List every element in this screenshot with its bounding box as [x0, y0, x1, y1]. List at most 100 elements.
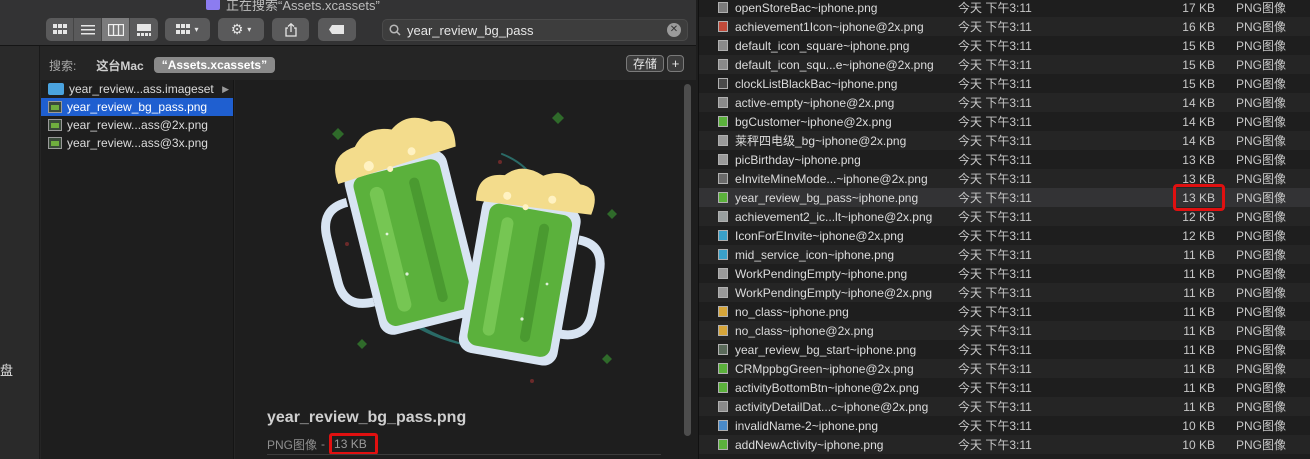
table-row[interactable]: default_icon_square~iphone.png 今天 下午3:11 1…	[699, 36, 1310, 55]
file-kind: PNG图像	[1236, 305, 1287, 319]
file-size: 11 KB	[1183, 304, 1215, 319]
table-row[interactable]: clockListBlackBac~iphone.png 今天 下午3:11 15 …	[699, 74, 1310, 93]
list-item[interactable]: year_review...ass@2x.png	[41, 116, 233, 134]
image-file-icon	[718, 439, 728, 450]
date-modified: 今天 下午3:11	[958, 153, 1032, 167]
list-item-selected[interactable]: year_review_bg_pass.png	[41, 98, 233, 116]
list-view-button[interactable]	[74, 18, 102, 41]
image-file-icon	[718, 135, 728, 146]
sidebar-item-partial[interactable]: 盘	[0, 360, 13, 379]
file-name: eInviteMineMode...~iphone@2x.png	[735, 171, 928, 186]
preview-kind: PNG图像	[267, 437, 318, 452]
group-menu-button[interactable]: ▾	[165, 18, 210, 41]
table-row[interactable]: IconForEInvite~iphone@2x.png 今天 下午3:11 12 …	[699, 226, 1310, 245]
scope-this-mac[interactable]: 这台Mac	[96, 57, 143, 74]
columns-icon	[107, 23, 124, 36]
table-row[interactable]: achievement1Icon~iphone@2x.png 今天 下午3:11 1…	[699, 17, 1310, 36]
file-size: 10 KB	[1182, 418, 1215, 433]
table-row[interactable]: default_icon_squ...e~iphone@2x.png 今天 下午3…	[699, 55, 1310, 74]
gallery-icon	[137, 23, 151, 36]
file-kind: PNG图像	[1236, 438, 1287, 452]
date-modified: 今天 下午3:11	[958, 438, 1032, 452]
file-name: default_icon_square~iphone.png	[735, 38, 910, 53]
date-modified: 今天 下午3:11	[958, 362, 1032, 376]
date-modified: 今天 下午3:11	[958, 77, 1032, 91]
table-row[interactable]: openStoreBac~iphone.png 今天 下午3:11 17 KB PNG…	[699, 0, 1310, 17]
date-modified: 今天 下午3:11	[958, 191, 1032, 205]
share-button[interactable]	[272, 18, 309, 41]
date-modified: 今天 下午3:11	[958, 134, 1032, 148]
table-row[interactable]: WorkPendingEmpty~iphone@2x.png 今天 下午3:11 1…	[699, 283, 1310, 302]
scrollbar[interactable]	[684, 84, 691, 436]
table-row[interactable]: bgCustomer~iphone@2x.png 今天 下午3:11 14 KB PN…	[699, 112, 1310, 131]
table-row[interactable]: WorkPendingEmpty~iphone.png 今天 下午3:11 11 K…	[699, 264, 1310, 283]
file-size: 14 KB	[1182, 133, 1215, 148]
icon-view-button[interactable]	[46, 18, 74, 41]
list-item-label: year_review...ass@2x.png	[67, 118, 208, 132]
file-name: picBirthday~iphone.png	[735, 152, 861, 167]
table-row[interactable]: activityBottomBtn~iphone@2x.png 今天 下午3:11…	[699, 378, 1310, 397]
file-size: 15 KB	[1182, 38, 1215, 53]
date-modified: 今天 下午3:11	[958, 210, 1032, 224]
image-file-icon	[718, 173, 728, 184]
image-file-icon	[718, 401, 728, 412]
table-row[interactable]: year_review_bg_start~iphone.png 今天 下午3:11…	[699, 340, 1310, 359]
date-modified: 今天 下午3:11	[958, 58, 1032, 72]
file-name: bgCustomer~iphone@2x.png	[735, 114, 892, 129]
file-name: clockListBlackBac~iphone.png	[735, 76, 898, 91]
list-item[interactable]: year_review...ass@3x.png	[41, 134, 233, 152]
search-input[interactable]	[407, 22, 661, 38]
file-list-window: openStoreBac~iphone.png 今天 下午3:11 17 KB PNG…	[698, 0, 1310, 459]
table-row[interactable]: addNewActivity~iphone.png 今天 下午3:11 10 KB P…	[699, 435, 1310, 454]
table-row[interactable]: mid_service_icon~iphone.png 今天 下午3:11 11 K…	[699, 245, 1310, 264]
column-view-button[interactable]	[102, 18, 130, 41]
table-row[interactable]: invalidName-2~iphone.png 今天 下午3:11 10 KB PN…	[699, 416, 1310, 435]
clear-search-button[interactable]: ✕	[667, 23, 681, 37]
search-folder-icon	[206, 0, 220, 10]
table-row[interactable]: 莱秤四电级_bg~iphone@2x.png 今天 下午3:11 14 KB PNG图…	[699, 131, 1310, 150]
action-menu-button[interactable]: ⚙ ▾	[218, 18, 264, 41]
file-size: 15 KB	[1182, 57, 1215, 72]
date-modified: 今天 下午3:11	[958, 248, 1032, 262]
image-file-icon	[718, 249, 728, 260]
list-item[interactable]: year_review...ass.imageset ▶	[41, 80, 233, 98]
file-name: active-empty~iphone@2x.png	[735, 95, 895, 110]
image-file-icon	[718, 268, 728, 279]
add-criteria-button[interactable]: +	[667, 55, 684, 72]
gallery-view-button[interactable]	[130, 18, 158, 41]
table-row[interactable]: active-empty~iphone@2x.png 今天 下午3:11 14 KB…	[699, 93, 1310, 112]
file-size: 10 KB	[1182, 437, 1215, 452]
date-modified: 今天 下午3:11	[958, 1, 1032, 15]
image-file-icon	[718, 420, 728, 431]
image-file-icon	[48, 101, 62, 113]
tag-button[interactable]	[318, 18, 356, 41]
file-list: openStoreBac~iphone.png 今天 下午3:11 17 KB PNG…	[699, 0, 1310, 454]
file-name: no_class~iphone.png	[735, 304, 849, 319]
preview-meta: PNG图像 - 13 KB	[267, 433, 378, 455]
date-modified: 今天 下午3:11	[958, 20, 1032, 34]
file-kind: PNG图像	[1236, 191, 1287, 205]
file-kind: PNG图像	[1236, 210, 1287, 224]
file-size: 11 KB	[1183, 399, 1215, 414]
file-kind: PNG图像	[1236, 115, 1287, 129]
chevron-right-icon: ▶	[222, 83, 229, 94]
table-row[interactable]: picBirthday~iphone.png 今天 下午3:11 13 KB PNG图…	[699, 150, 1310, 169]
image-file-icon	[718, 306, 728, 317]
search-field[interactable]: ✕	[382, 19, 688, 41]
grid-icon	[52, 23, 67, 34]
image-file-icon	[718, 192, 728, 203]
file-name: invalidName-2~iphone.png	[735, 418, 879, 433]
file-kind: PNG图像	[1236, 286, 1287, 300]
table-row[interactable]: no_class~iphone@2x.png 今天 下午3:11 11 KB PNG图…	[699, 321, 1310, 340]
scope-assets-folder[interactable]: “Assets.xcassets”	[153, 57, 276, 73]
file-kind: PNG图像	[1236, 248, 1287, 262]
scope-label: 搜索:	[49, 58, 77, 73]
table-row[interactable]: CRMppbgGreen~iphone@2x.png 今天 下午3:11 11 KB…	[699, 359, 1310, 378]
table-row[interactable]: activityDetailDat...c~iphone@2x.png 今天 下午…	[699, 397, 1310, 416]
file-size: 14 KB	[1182, 114, 1215, 129]
table-row[interactable]: no_class~iphone.png 今天 下午3:11 11 KB PNG图像	[699, 302, 1310, 321]
file-kind: PNG图像	[1236, 20, 1287, 34]
save-search-button[interactable]: 存储	[626, 55, 664, 72]
date-modified: 今天 下午3:11	[958, 343, 1032, 357]
file-name: year_review_bg_start~iphone.png	[735, 342, 917, 357]
